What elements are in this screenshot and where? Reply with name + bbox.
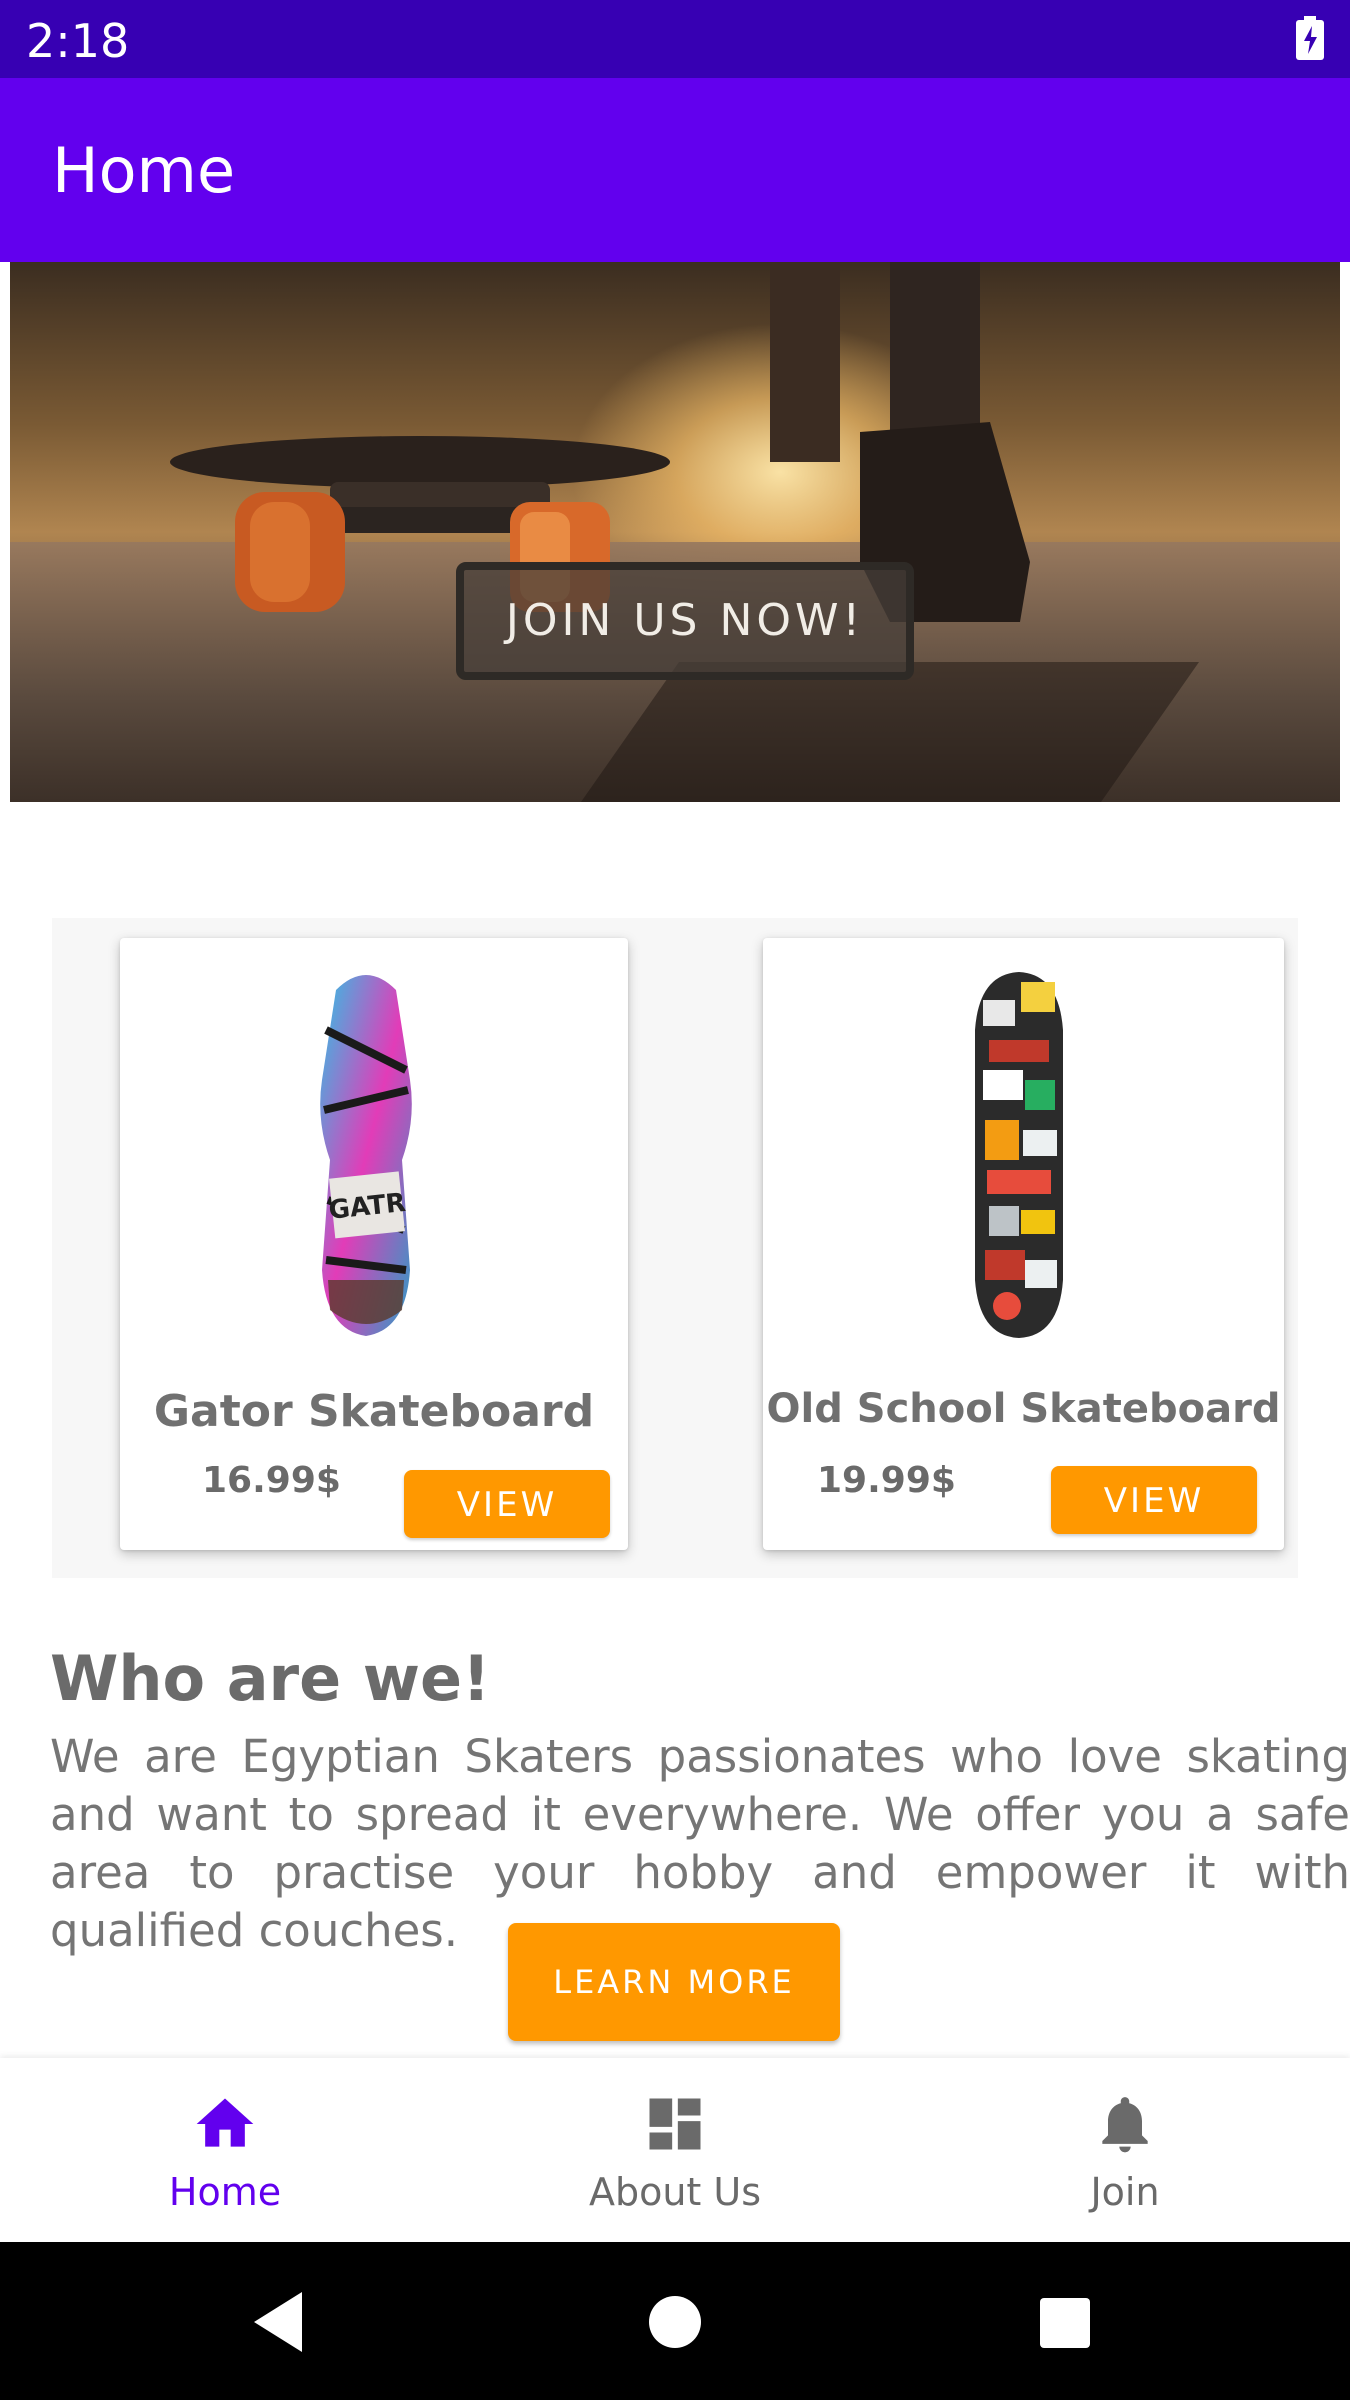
hero-banner: JOIN US NOW! [10, 262, 1340, 802]
recents-icon[interactable] [1024, 2282, 1104, 2362]
view-button[interactable]: VIEW [404, 1470, 610, 1538]
skateboard-deck-gator-image: GATR [320, 975, 412, 1336]
nav-label-about-us: About Us [588, 2170, 762, 2214]
about-title: Who are we! [50, 1642, 491, 1715]
bell-icon [1102, 2097, 1148, 2153]
bottom-navigation: Home About Us Join [0, 2058, 1350, 2242]
app-bar: Home [0, 78, 1350, 262]
product-name: Old School Skateboard [766, 1386, 1281, 1432]
product-card[interactable]: GATR Gator Skateboard 16.99$ VIEW [120, 938, 628, 1550]
nav-item-join[interactable]: Join [900, 2058, 1350, 2242]
status-bar: 2:18 [0, 0, 1350, 78]
product-list: GATR Gator Skateboard 16.99$ VIEW Old Sc… [52, 918, 1298, 1578]
battery-charging-icon [1296, 16, 1324, 60]
status-time: 2:18 [26, 14, 130, 68]
hero-shadow [580, 662, 1200, 802]
product-card[interactable]: Old School Skateboard 19.99$ VIEW [763, 938, 1284, 1550]
home-circle-icon[interactable] [635, 2282, 715, 2362]
learn-more-button[interactable]: LEARN MORE [508, 1923, 840, 2041]
home-icon [196, 2098, 254, 2147]
product-price: 16.99$ [202, 1460, 341, 1501]
skateboard-deck-stickers-image [975, 972, 1063, 1338]
nav-item-home[interactable]: Home [0, 2058, 450, 2242]
dashboard-icon [649, 2098, 701, 2150]
nav-label-home: Home [168, 2170, 282, 2214]
product-price: 19.99$ [817, 1460, 956, 1501]
nav-label-join: Join [1090, 2170, 1160, 2214]
page-title: Home [52, 134, 236, 207]
product-name: Gator Skateboard [153, 1386, 595, 1437]
nav-item-about-us[interactable]: About Us [450, 2058, 900, 2242]
system-navigation-bar [0, 2242, 1350, 2400]
back-icon[interactable] [244, 2282, 324, 2362]
view-button[interactable]: VIEW [1051, 1466, 1257, 1534]
join-us-button[interactable]: JOIN US NOW! [456, 562, 914, 680]
